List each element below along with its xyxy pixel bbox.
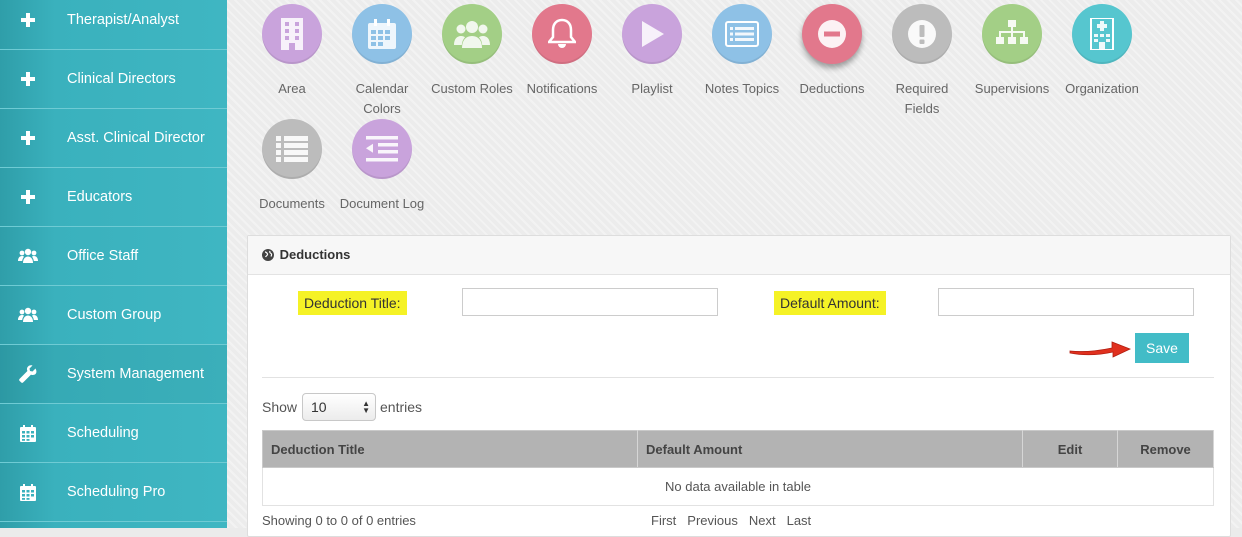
sidebar-item-clinical-directors[interactable]: Clinical Directors: [0, 50, 227, 109]
sidebar: Therapist/Analyst Clinical Directors Ass…: [0, 0, 227, 528]
plus-icon: [0, 0, 57, 49]
tile-label: Document Log: [339, 196, 425, 211]
users-icon: [0, 286, 57, 344]
sidebar-item-label: System Management: [67, 366, 205, 382]
plus-icon: [0, 109, 57, 167]
sidebar-item-system-management[interactable]: System Management: [0, 345, 227, 404]
sitemap-icon: [982, 4, 1042, 64]
users-icon: [0, 227, 57, 285]
tile-custom-roles[interactable]: Custom Roles: [427, 4, 517, 99]
tile-label: Documents: [259, 196, 325, 211]
tile-label: Calendar Colors: [355, 81, 409, 116]
sidebar-item-label: Scheduling Pro: [67, 484, 166, 500]
tile-label: Organization: [1065, 81, 1139, 96]
column-header-default-amount[interactable]: Default Amount: [637, 430, 1023, 468]
pagination-previous[interactable]: Previous: [687, 513, 738, 528]
arrow-annotation-icon: [1069, 341, 1132, 358]
default-amount-input[interactable]: [938, 288, 1194, 316]
entries-label: entries: [380, 399, 423, 415]
entries-select-value: 10: [311, 399, 327, 415]
list-icon: [262, 119, 322, 179]
save-button[interactable]: Save: [1135, 333, 1189, 363]
tile-label: Playlist: [631, 81, 673, 96]
sidebar-item-scheduling-pro[interactable]: Scheduling Pro: [0, 463, 227, 522]
sidebar-item-therapist-analyst[interactable]: Therapist/Analyst: [0, 0, 227, 50]
deductions-panel: Deductions Deduction Title: Default Amou…: [247, 235, 1231, 537]
pagination-first[interactable]: First: [651, 513, 676, 528]
sidebar-item-label: Custom Group: [67, 307, 162, 323]
tile-notes-topics[interactable]: Notes Topics: [697, 4, 787, 99]
panel-title: Deductions: [279, 247, 351, 262]
deduction-title-input[interactable]: [462, 288, 718, 316]
tile-document-log[interactable]: Document Log: [337, 119, 427, 214]
sidebar-item-label: Clinical Directors: [67, 71, 176, 87]
minus-circle-icon: [802, 4, 862, 64]
calendar-icon: [0, 463, 57, 521]
entries-select[interactable]: 10 ▲ ▼: [302, 393, 376, 421]
table-row: No data available in table: [262, 467, 1214, 506]
show-label: Show: [262, 399, 298, 415]
sidebar-item-label: Asst. Clinical Director: [67, 130, 205, 146]
indent-icon: [352, 119, 412, 179]
users-icon: [442, 4, 502, 64]
tile-calendar-colors[interactable]: Calendar Colors: [337, 4, 427, 119]
exclamation-icon: [892, 4, 952, 64]
select-arrows-icon: ▲ ▼: [362, 399, 370, 415]
tile-required-fields[interactable]: Required Fields: [877, 4, 967, 119]
sidebar-item-custom-group[interactable]: Custom Group: [0, 286, 227, 345]
column-header-deduction-title[interactable]: Deduction Title: [262, 430, 638, 468]
tile-label: Custom Roles: [431, 81, 513, 96]
pagination-last[interactable]: Last: [787, 513, 812, 528]
list-icon: [712, 4, 772, 64]
globe-icon: [262, 249, 274, 261]
sidebar-item-label: Scheduling: [67, 425, 139, 441]
tile-playlist[interactable]: Playlist: [607, 4, 697, 99]
play-icon: [622, 4, 682, 64]
building-icon: [262, 4, 322, 64]
wrench-icon: [0, 345, 57, 403]
pagination: First Previous Next Last: [651, 513, 822, 528]
deduction-title-label: Deduction Title:: [298, 291, 407, 315]
tile-label: Required Fields: [895, 81, 949, 116]
tile-label: Deductions: [799, 81, 865, 96]
column-header-remove[interactable]: Remove: [1117, 430, 1214, 468]
sidebar-item-scheduling[interactable]: Scheduling: [0, 404, 227, 463]
pagination-next[interactable]: Next: [749, 513, 776, 528]
sidebar-item-educators[interactable]: Educators: [0, 168, 227, 227]
plus-icon: [0, 50, 57, 108]
bell-icon: [532, 4, 592, 64]
tile-supervisions[interactable]: Supervisions: [967, 4, 1057, 99]
sidebar-item-office-staff[interactable]: Office Staff: [0, 227, 227, 286]
tile-notifications[interactable]: Notifications: [517, 4, 607, 99]
plus-icon: [0, 168, 57, 226]
sidebar-item-label: Office Staff: [67, 248, 139, 264]
table-info: Showing 0 to 0 of 0 entries: [262, 513, 416, 528]
calendar-icon: [352, 4, 412, 64]
tile-label: Area: [278, 81, 306, 96]
sidebar-item-label: Educators: [67, 189, 133, 205]
deductions-table: Deduction Title Default Amount Edit Remo…: [262, 430, 1214, 506]
tile-label: Notes Topics: [704, 81, 780, 96]
tile-deductions[interactable]: Deductions: [787, 4, 877, 99]
tile-label: Notifications: [526, 81, 598, 96]
tile-label: Supervisions: [974, 81, 1050, 96]
hospital-icon: [1072, 4, 1132, 64]
empty-table-message: No data available in table: [262, 467, 1214, 506]
calendar-icon: [0, 404, 57, 462]
sidebar-item-label: Therapist/Analyst: [67, 12, 180, 28]
tile-area[interactable]: Area: [247, 4, 337, 99]
column-header-edit[interactable]: Edit: [1022, 430, 1118, 468]
default-amount-label: Default Amount:: [774, 291, 886, 315]
tile-documents[interactable]: Documents: [247, 119, 337, 214]
tile-organization[interactable]: Organization: [1057, 4, 1147, 99]
sidebar-item-asst-clinical-director[interactable]: Asst. Clinical Director: [0, 109, 227, 168]
panel-header: Deductions: [248, 236, 1230, 275]
divider: [262, 377, 1214, 378]
